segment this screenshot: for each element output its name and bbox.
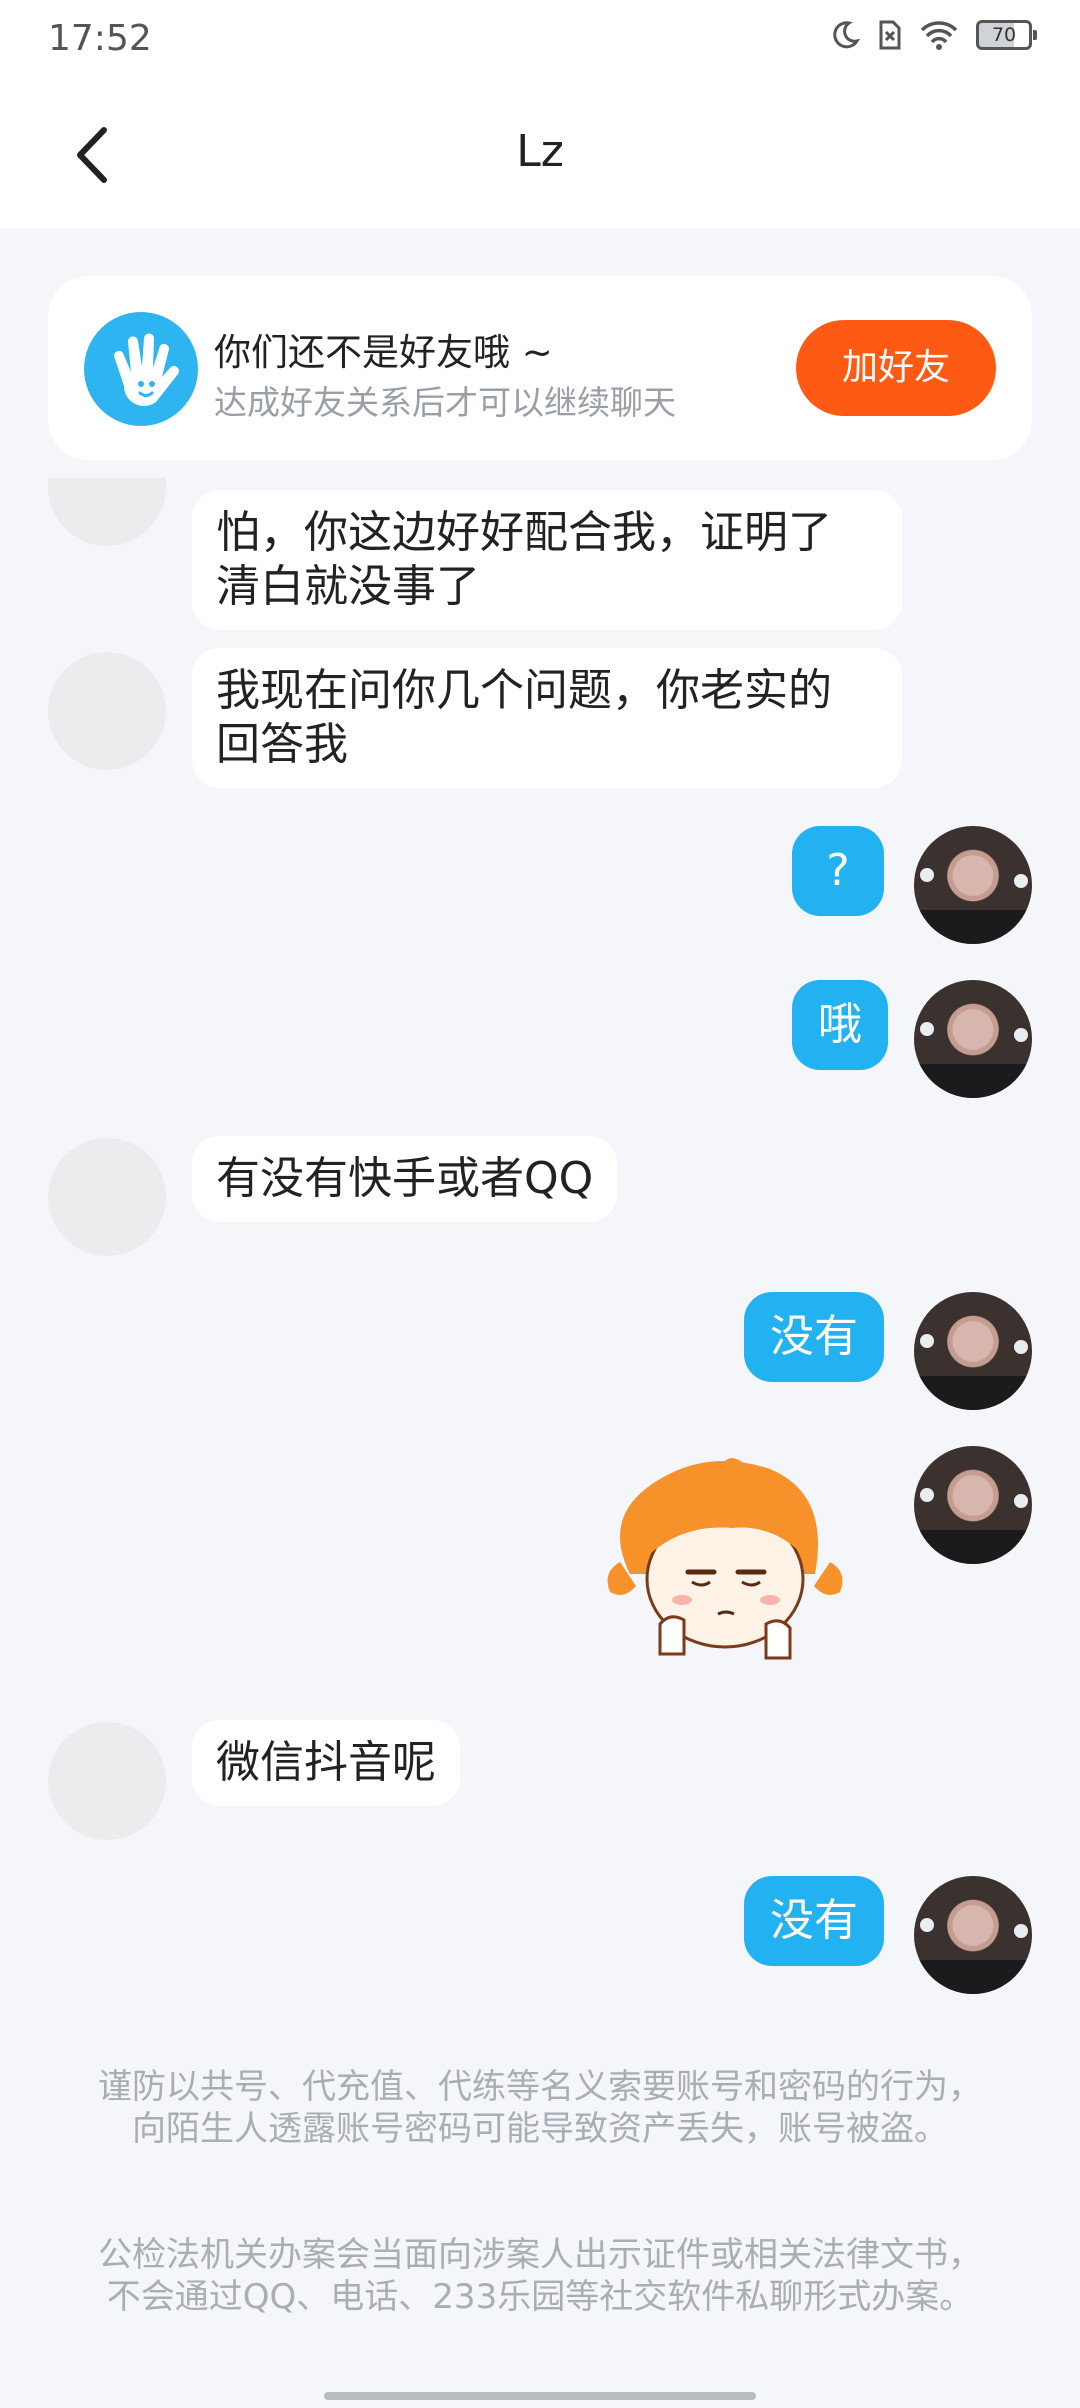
- no-sim-icon: [879, 20, 901, 50]
- incoming-message-bubble[interactable]: 怕，你这边好好配合我，证明了 清白就没事了: [192, 490, 902, 630]
- chat-area[interactable]: 你们还不是好友哦 ~ 达成好友关系后才可以继续聊天 加好友 怕，你这边好好配合我…: [0, 228, 1080, 2408]
- banner-title: 你们还不是好友哦 ~: [214, 331, 553, 374]
- contact-avatar[interactable]: [48, 1138, 166, 1256]
- message-text: ?: [826, 845, 850, 896]
- my-avatar[interactable]: [914, 980, 1032, 1098]
- status-time: 17:52: [48, 18, 152, 59]
- friend-request-banner: 你们还不是好友哦 ~ 达成好友关系后才可以继续聊天 加好友: [48, 276, 1032, 460]
- message-line: 清白就没事了: [216, 561, 480, 612]
- my-avatar[interactable]: [914, 826, 1032, 944]
- message-text: 哦: [818, 999, 862, 1050]
- banner-subtitle: 达成好友关系后才可以继续聊天: [214, 383, 676, 422]
- battery-icon: 70: [976, 20, 1037, 50]
- contact-avatar[interactable]: [48, 1722, 166, 1840]
- wifi-icon: [920, 21, 958, 50]
- message-text: 没有: [770, 1311, 858, 1362]
- add-friend-button[interactable]: 加好友: [796, 320, 996, 416]
- message-text: 微信抖音呢: [216, 1737, 436, 1788]
- my-avatar[interactable]: [914, 1446, 1032, 1564]
- message-text: 没有: [770, 1895, 858, 1946]
- outgoing-message-bubble[interactable]: ?: [792, 826, 884, 916]
- orange-hair-girl-sticker[interactable]: [600, 1454, 850, 1664]
- contact-avatar[interactable]: [48, 478, 166, 546]
- my-avatar[interactable]: [914, 1876, 1032, 1994]
- incoming-message-bubble[interactable]: 微信抖音呢: [192, 1720, 460, 1806]
- nav-bar: Lz: [0, 80, 1080, 228]
- incoming-message-bubble[interactable]: 我现在问你几个问题，你老实的 回答我: [192, 648, 902, 788]
- page-title: Lz: [516, 126, 564, 177]
- incoming-message-bubble[interactable]: 有没有快手或者QQ: [192, 1136, 618, 1222]
- message-text: 有没有快手或者QQ: [216, 1153, 594, 1204]
- message-line: 回答我: [216, 719, 348, 770]
- outgoing-message-bubble[interactable]: 没有: [744, 1292, 884, 1382]
- my-avatar[interactable]: [914, 1292, 1032, 1410]
- status-bar: 17:52 70: [0, 0, 1080, 80]
- message-line: 怕，你这边好好配合我，证明了: [216, 507, 832, 558]
- hand-wave-icon: [84, 312, 198, 426]
- security-notice: 谨防以共号、代充值、代练等名义索要账号和密码的行为，向陌生人透露账号密码可能导致…: [98, 2067, 982, 2149]
- outgoing-message-bubble[interactable]: 哦: [792, 980, 888, 1070]
- legal-notice: 公检法机关办案会当面向涉案人出示证件或相关法律文书，不会通过QQ、电话、233乐…: [98, 2235, 982, 2317]
- outgoing-message-bubble[interactable]: 没有: [744, 1876, 884, 1966]
- message-line: 我现在问你几个问题，你老实的: [216, 665, 832, 716]
- contact-avatar[interactable]: [48, 652, 166, 770]
- home-indicator[interactable]: [324, 2392, 756, 2400]
- status-icons: 70: [830, 20, 1037, 50]
- moon-icon: [833, 21, 860, 49]
